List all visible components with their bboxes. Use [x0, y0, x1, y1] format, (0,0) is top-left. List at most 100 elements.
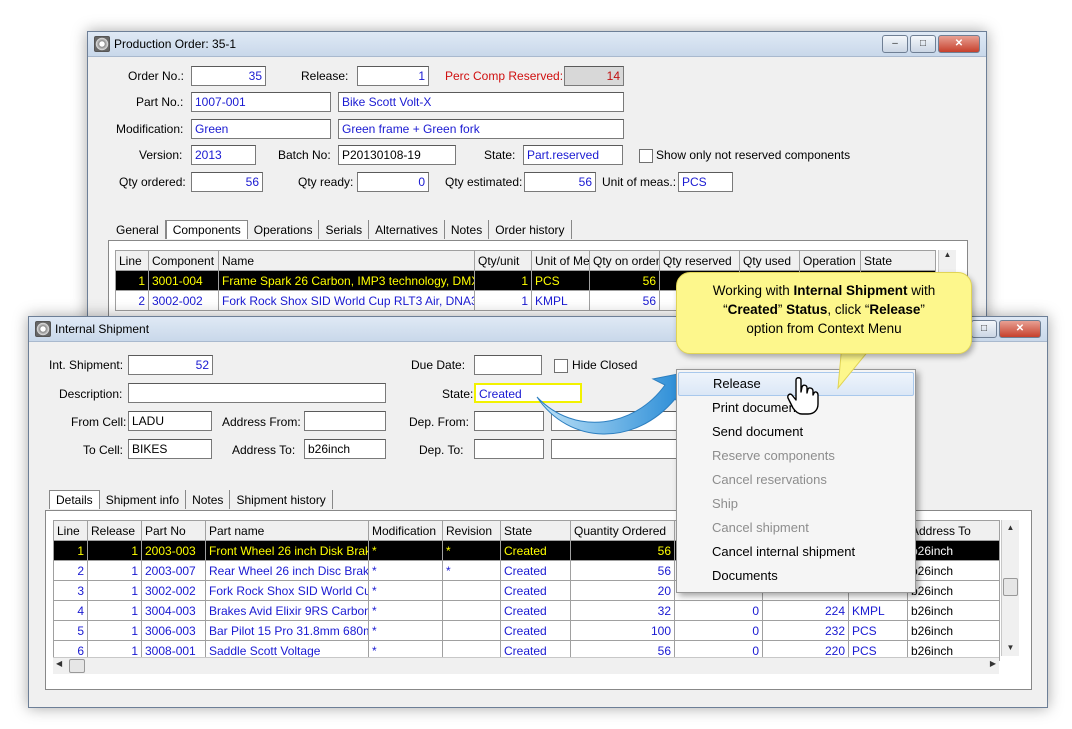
- scroll-up-icon[interactable]: ▲: [1002, 523, 1019, 532]
- cell-qty-unit: 1: [474, 270, 532, 291]
- callout-bold-text: Status: [786, 302, 828, 317]
- tab-notes[interactable]: Notes: [445, 220, 490, 239]
- menu-item-cancel-shipment: Cancel shipment: [712, 520, 809, 535]
- table-row[interactable]: 4 1 3004-003 Brakes Avid Elixir 9RS Carb…: [53, 600, 1000, 621]
- qty-ready-field[interactable]: 0: [357, 172, 429, 192]
- cell-part-name: Brakes Avid Elixir 9RS Carbon,: [205, 600, 369, 621]
- close-button[interactable]: ✕: [938, 35, 980, 53]
- cell-unit: KMPL: [531, 290, 590, 311]
- scroll-up-icon[interactable]: ▲: [939, 250, 956, 259]
- menu-item-documents[interactable]: Documents: [678, 564, 914, 588]
- show-only-checkbox[interactable]: [639, 149, 653, 163]
- cell-qty: 32: [570, 600, 675, 621]
- shipment-horizontal-scrollbar[interactable]: ◀ ▶: [53, 657, 999, 674]
- tab-shipment-info[interactable]: Shipment info: [100, 490, 187, 509]
- state-field: Part.reserved: [523, 145, 623, 165]
- cell-state: Created: [500, 540, 571, 561]
- scroll-thumb[interactable]: [1003, 578, 1018, 596]
- int-shipment-field[interactable]: 52: [128, 355, 213, 375]
- col-part-no[interactable]: Part No: [141, 520, 206, 541]
- scroll-left-icon[interactable]: ◀: [56, 659, 62, 668]
- address-from-field[interactable]: [304, 411, 386, 431]
- production-order-titlebar[interactable]: Production Order: 35-1 – □ ✕: [88, 32, 986, 57]
- cell-revision: *: [442, 560, 501, 581]
- col-unit[interactable]: Unit of Me: [531, 250, 590, 271]
- qty-estimated-field[interactable]: 56: [524, 172, 596, 192]
- menu-item-ship: Ship: [712, 496, 739, 511]
- maximize-button[interactable]: □: [971, 320, 997, 338]
- callout-text: ”: [777, 302, 787, 317]
- scroll-right-icon[interactable]: ▶: [990, 659, 996, 668]
- menu-item-send-document[interactable]: Send document: [678, 420, 914, 444]
- tab-shipment-history[interactable]: Shipment history: [230, 490, 333, 509]
- cell-part-no: 3006-003: [141, 620, 206, 641]
- table-row[interactable]: 5 1 3006-003 Bar Pilot 15 Pro 31.8mm 680…: [53, 620, 1000, 641]
- qty-ordered-label: Qty ordered:: [119, 175, 186, 189]
- menu-item-cancel-internal-shipment[interactable]: Cancel internal shipment: [678, 540, 914, 564]
- qty-ordered-field[interactable]: 56: [191, 172, 263, 192]
- tab-components[interactable]: Components: [165, 220, 248, 239]
- callout-line-1: Working with Internal Shipment with: [687, 281, 961, 300]
- cell-part-name: Bar Pilot 15 Pro 31.8mm 680mr: [205, 620, 369, 641]
- callout-line-2: “Created” Status, click “Release”: [687, 300, 961, 319]
- from-cell-field[interactable]: LADU: [128, 411, 212, 431]
- cell-release: 1: [87, 540, 142, 561]
- release-label: Release:: [301, 69, 349, 83]
- col-qty-unit[interactable]: Qty/unit: [474, 250, 532, 271]
- col-part-name[interactable]: Part name: [205, 520, 369, 541]
- to-cell-field[interactable]: BIKES: [128, 439, 212, 459]
- col-operation[interactable]: Operation: [799, 250, 861, 271]
- description-field[interactable]: [128, 383, 386, 403]
- cell-modification: *: [368, 600, 443, 621]
- batch-field[interactable]: P20130108-19: [338, 145, 456, 165]
- tab-serials[interactable]: Serials: [319, 220, 370, 239]
- minimize-button[interactable]: –: [882, 35, 908, 53]
- maximize-button[interactable]: □: [910, 35, 936, 53]
- col-revision[interactable]: Revision: [442, 520, 501, 541]
- col-qty-order[interactable]: Qty on order: [589, 250, 660, 271]
- tab-details[interactable]: Details: [49, 490, 100, 509]
- from-cell-label: From Cell:: [71, 415, 127, 429]
- tab-operations[interactable]: Operations: [248, 220, 320, 239]
- cell-qty: 20: [570, 580, 675, 601]
- callout-text: , click “: [827, 302, 870, 317]
- cell-release: 1: [87, 580, 142, 601]
- col-qty-ordered[interactable]: Quantity Ordered: [570, 520, 675, 541]
- col-line[interactable]: Line: [115, 250, 149, 271]
- address-from-label: Address From:: [222, 415, 301, 429]
- cell-address: b26inch: [907, 560, 1000, 581]
- col-qty-used[interactable]: Qty used: [739, 250, 800, 271]
- perc-comp-field: 14: [564, 66, 624, 86]
- tab-general[interactable]: General: [110, 220, 166, 239]
- close-button[interactable]: ✕: [999, 320, 1041, 338]
- dep-to-label: Dep. To:: [419, 443, 464, 457]
- cell-modification: *: [368, 560, 443, 581]
- scroll-down-icon[interactable]: ▼: [1002, 643, 1019, 652]
- version-field[interactable]: 2013: [191, 145, 256, 165]
- callout-bold-text: Release: [869, 302, 921, 317]
- col-qty-reserved[interactable]: Qty reserved: [659, 250, 740, 271]
- part-no-field[interactable]: 1007-001: [191, 92, 331, 112]
- col-state[interactable]: State: [500, 520, 571, 541]
- modification-desc-field: Green frame + Green fork: [338, 119, 624, 139]
- col-modification[interactable]: Modification: [368, 520, 443, 541]
- order-no-field[interactable]: 35: [191, 66, 266, 86]
- address-to-field[interactable]: b26inch: [304, 439, 386, 459]
- tab-order-history[interactable]: Order history: [489, 220, 572, 239]
- release-field[interactable]: 1: [357, 66, 429, 86]
- col-line[interactable]: Line: [53, 520, 88, 541]
- tab-notes[interactable]: Notes: [186, 490, 231, 509]
- tab-alternatives[interactable]: Alternatives: [369, 220, 445, 239]
- cell-c1: 0: [674, 600, 763, 621]
- col-release[interactable]: Release: [87, 520, 142, 541]
- scroll-thumb[interactable]: [69, 659, 85, 673]
- col-name[interactable]: Name: [218, 250, 475, 271]
- unit-field[interactable]: PCS: [678, 172, 733, 192]
- col-component[interactable]: Component: [148, 250, 219, 271]
- modification-field[interactable]: Green: [191, 119, 331, 139]
- shipment-vertical-scrollbar[interactable]: ▲ ▼: [1001, 520, 1019, 656]
- cell-qty-order: 56: [589, 290, 660, 311]
- col-address-to[interactable]: Address To: [907, 520, 1000, 541]
- col-state[interactable]: State: [860, 250, 936, 271]
- state-label: State:: [484, 148, 516, 162]
